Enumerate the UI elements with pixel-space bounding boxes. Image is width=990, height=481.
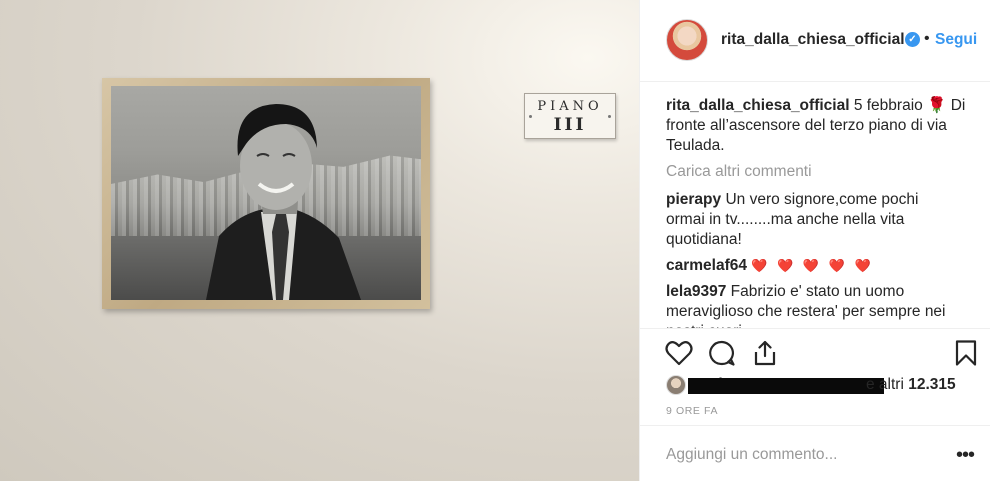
bookmark-icon[interactable] [952, 340, 980, 366]
caption-date: 5 febbraio [853, 97, 923, 114]
more-options-icon[interactable]: ••• [956, 444, 975, 467]
liker-avatar[interactable] [666, 375, 686, 395]
post-side-panel: rita_dalla_chiesa_official ✓ • Segui rit… [639, 0, 990, 481]
comment-text: ❤️ ❤️ ❤️ ❤️ ❤️ [751, 258, 874, 273]
caption-username[interactable]: rita_dalla_chiesa_official [666, 97, 850, 114]
picture-frame [102, 78, 430, 309]
redaction-bar [688, 378, 884, 394]
load-more-comments[interactable]: Carica altri commenti [666, 162, 978, 182]
author-avatar[interactable] [666, 19, 708, 61]
rose-emoji: 🌹 [927, 97, 947, 114]
comment-username[interactable]: lela9397 [666, 283, 726, 300]
likes-and-others: e altri [866, 376, 904, 393]
comment-bubble-icon[interactable] [708, 340, 736, 366]
caption: rita_dalla_chiesa_official 5 febbraio 🌹 … [666, 96, 978, 156]
action-bar [640, 328, 990, 376]
post-photo[interactable]: PIANO III [0, 0, 639, 481]
comment-item: pierapy Un vero signore,come pochi ormai… [666, 190, 978, 250]
post-header: rita_dalla_chiesa_official ✓ • Segui [640, 0, 990, 82]
likes-number: 12.315 [908, 376, 956, 393]
add-comment-input[interactable] [666, 446, 936, 464]
comment-item: carmelaf64 ❤️ ❤️ ❤️ ❤️ ❤️ [666, 256, 978, 276]
author-username[interactable]: rita_dalla_chiesa_official [721, 31, 905, 49]
portrait-man [206, 104, 361, 300]
header-separator: • [924, 30, 930, 47]
floor-sign: PIANO III [524, 93, 616, 139]
comments-list[interactable]: rita_dalla_chiesa_official 5 febbraio 🌹 … [666, 96, 978, 328]
likes-summary: Pi e altri 12.315 [666, 374, 986, 396]
share-icon[interactable] [751, 340, 779, 366]
add-comment-bar: ••• [640, 425, 990, 481]
like-heart-icon[interactable] [665, 340, 693, 366]
likes-count[interactable]: e altri 12.315 [866, 376, 956, 394]
floor-sign-line1: PIANO [537, 99, 603, 114]
comment-username[interactable]: carmelaf64 [666, 257, 747, 274]
comment-username[interactable]: pierapy [666, 191, 721, 208]
post-timestamp[interactable]: 9 ORE FA [666, 405, 718, 417]
follow-button[interactable]: Segui [935, 31, 977, 49]
verified-badge-icon: ✓ [905, 32, 920, 47]
framed-portrait [111, 86, 421, 300]
floor-sign-line2: III [553, 115, 587, 135]
comment-item: lela9397 Fabrizio e' stato un uomo merav… [666, 282, 978, 328]
